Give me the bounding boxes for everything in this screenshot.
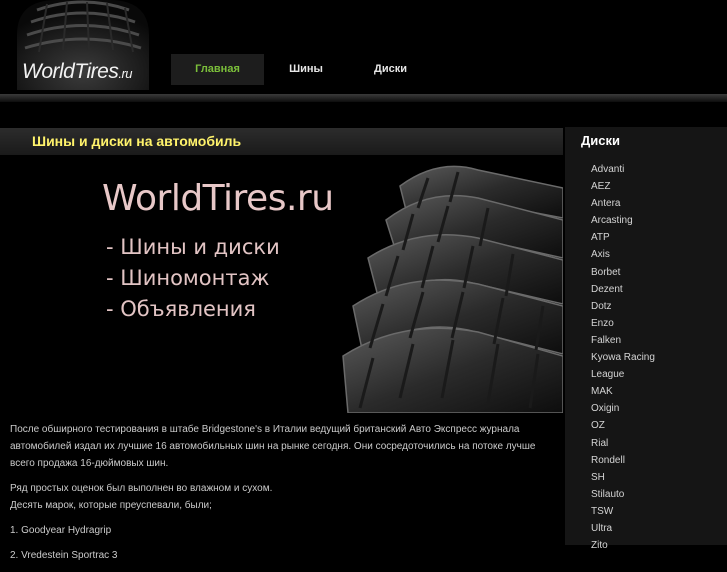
main-content: Шины и диски на автомобиль WorldTires.ru… [0, 128, 563, 561]
main-nav: Главная Шины Диски [171, 54, 433, 85]
sidebar-item-kyowa-racing[interactable]: Kyowa Racing [591, 349, 655, 366]
logo-suffix: .ru [118, 66, 132, 81]
sidebar-item-enzo[interactable]: Enzo [591, 315, 655, 332]
sidebar-item-antera[interactable]: Antera [591, 195, 655, 212]
sidebar-item-falken[interactable]: Falken [591, 332, 655, 349]
nav-item-wheels[interactable]: Диски [348, 54, 433, 85]
sidebar-item-borbet[interactable]: Borbet [591, 264, 655, 281]
article-line: Десять марок, которые преуспевали, были; [10, 500, 212, 511]
sidebar-item-tsw[interactable]: TSW [591, 503, 655, 520]
sidebar-item-stilauto[interactable]: Stilauto [591, 486, 655, 503]
sidebar-item-mak[interactable]: MAK [591, 383, 655, 400]
sidebar-item-oxigin[interactable]: Oxigin [591, 400, 655, 417]
banner-line-tires: - Шины и диски [106, 235, 280, 259]
banner-line-fitting: - Шиномонтаж [106, 266, 270, 290]
sidebar-item-league[interactable]: League [591, 366, 655, 383]
page-title: Шины и диски на автомобиль [32, 133, 242, 149]
sidebar-item-axis[interactable]: Axis [591, 246, 655, 263]
sidebar-item-ultra[interactable]: Ultra [591, 520, 655, 537]
article-list-item: 1. Goodyear Hydragrip [10, 525, 112, 536]
logo-text: WorldTires.ru [22, 60, 132, 84]
article-text: После обширного тестирования в штабе Bri… [10, 421, 555, 572]
article-paragraph: Ряд простых оценок был выполнен во влажн… [10, 480, 555, 514]
sidebar-item-dotz[interactable]: Dotz [591, 298, 655, 315]
banner-line-ads: - Объявления [106, 297, 256, 321]
sidebar-item-sh[interactable]: SH [591, 469, 655, 486]
header: WorldTires.ru Главная Шины Диски [0, 0, 727, 94]
sidebar-item-arcasting[interactable]: Arcasting [591, 212, 655, 229]
sidebar-item-zito[interactable]: Zito [591, 537, 655, 554]
sidebar-item-advanti[interactable]: Advanti [591, 161, 655, 178]
banner-headline: WorldTires.ru [102, 178, 334, 219]
article-line: Ряд простых оценок был выполнен во влажн… [10, 483, 273, 494]
sidebar-item-rondell[interactable]: Rondell [591, 452, 655, 469]
nav-item-home[interactable]: Главная [171, 54, 264, 85]
header-divider [0, 94, 727, 102]
sidebar-list: Advanti AEZ Antera Arcasting ATP Axis Borbet De… [591, 161, 655, 554]
sidebar: Диски Advanti AEZ Antera Arcasting ATP Axis Bo… [565, 127, 727, 551]
article-list-item: 2. Vredestein Sportrac 3 [10, 550, 118, 561]
sidebar-item-oz[interactable]: OZ [591, 417, 655, 434]
sidebar-title: Диски [581, 133, 620, 148]
sidebar-item-rial[interactable]: Rial [591, 435, 655, 452]
banner-image: WorldTires.ru - Шины и диски - Шиномонта… [8, 158, 563, 413]
sidebar-item-dezent[interactable]: Dezent [591, 281, 655, 298]
sidebar-item-aez[interactable]: AEZ [591, 178, 655, 195]
nav-item-tires[interactable]: Шины [264, 54, 348, 85]
sidebar-item-atp[interactable]: ATP [591, 229, 655, 246]
logo-brand: WorldTires [22, 60, 119, 83]
main-title-bar: Шины и диски на автомобиль [0, 128, 563, 155]
article-paragraph: После обширного тестирования в штабе Bri… [10, 424, 536, 469]
